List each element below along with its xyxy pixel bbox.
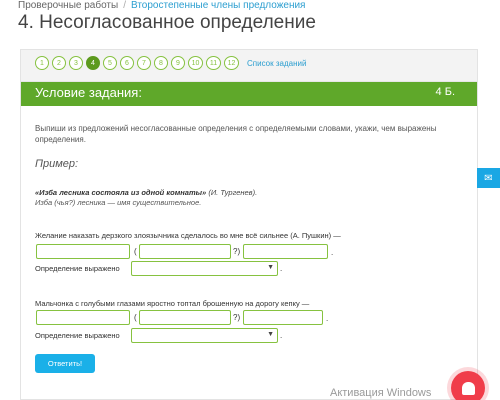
task-points: 4 Б. [435, 86, 455, 98]
page-2[interactable]: 2 [52, 56, 66, 70]
page-7[interactable]: 7 [137, 56, 151, 70]
question-2-sentence: Мальчонка с голубыми глазами яростно топ… [35, 299, 310, 308]
task-instruction: Выпиши из предложений несогласованные оп… [35, 124, 437, 144]
answer-button[interactable]: Ответить! [35, 354, 95, 373]
page-11[interactable]: 11 [206, 56, 221, 70]
breadcrumb-separator: / [123, 0, 126, 11]
notification-button[interactable] [451, 371, 485, 400]
breadcrumb-current[interactable]: Второстепенные члены предложения [131, 0, 306, 11]
example-sentence-text: «Изба лесника состояла из одной комнаты» [35, 188, 207, 197]
breadcrumb-root[interactable]: Проверочные работы [18, 0, 118, 11]
q2-dot: . [326, 314, 329, 323]
example-sentence-author: (И. Тургенев). [206, 188, 258, 197]
example-answer: Изба (чья?) лесника — имя существительно… [35, 198, 202, 207]
example-sentence: «Изба лесника состояла из одной комнаты»… [35, 188, 257, 197]
question-1-sentence: Желание наказать дерзкого злоязычника сд… [35, 231, 341, 240]
windows-activation-watermark: Активация Windows [330, 387, 432, 399]
breadcrumb: Проверочные работы / Второстепенные члены … [18, 0, 305, 11]
page-4-active[interactable]: 4 [86, 56, 100, 70]
q2-close-paren: ?) [233, 313, 241, 322]
q1-close-paren: ?) [233, 247, 241, 256]
q2-question-input[interactable] [139, 310, 231, 325]
page-9[interactable]: 9 [171, 56, 185, 70]
q2-definition-label: Определение выражено [35, 331, 120, 340]
bell-icon [461, 381, 475, 395]
q1-open-paren: ( [134, 247, 137, 256]
page-10[interactable]: 10 [188, 56, 203, 70]
q1-question-input[interactable] [139, 244, 231, 259]
q1-word-input[interactable] [36, 244, 130, 259]
page-8[interactable]: 8 [154, 56, 168, 70]
q2-definition-select[interactable]: ▼ [131, 328, 278, 343]
q1-definition-label: Определение выражено [35, 264, 120, 273]
example-title: Пример: [35, 158, 79, 170]
task-list-link[interactable]: Список заданий [247, 59, 306, 68]
page-12[interactable]: 12 [224, 56, 239, 70]
task-header-title: Условие задания: [35, 85, 142, 100]
mail-icon[interactable]: ✉ [477, 168, 500, 188]
q1-definition-select[interactable]: ▼ [131, 261, 278, 276]
q2-word-input[interactable] [36, 310, 130, 325]
task-header: Условие задания: 4 Б. [21, 82, 477, 106]
pager-bar: 1 2 3 4 5 6 7 8 9 10 11 12 Список задани… [21, 50, 477, 82]
q1-end-dot: . [280, 264, 283, 273]
q1-dot: . [331, 248, 334, 257]
page-title: 4. Несогласованное определение [18, 12, 316, 33]
q2-open-paren: ( [134, 313, 137, 322]
page-5[interactable]: 5 [103, 56, 117, 70]
page-3[interactable]: 3 [69, 56, 83, 70]
task-card: 1 2 3 4 5 6 7 8 9 10 11 12 Список задани… [20, 49, 478, 400]
page-1[interactable]: 1 [35, 56, 49, 70]
pager: 1 2 3 4 5 6 7 8 9 10 11 12 Список задани… [35, 56, 306, 70]
q1-definition-input[interactable] [243, 244, 328, 259]
chevron-down-icon: ▼ [267, 264, 274, 271]
chevron-down-icon: ▼ [267, 331, 274, 338]
q2-definition-input[interactable] [243, 310, 323, 325]
q2-end-dot: . [280, 331, 283, 340]
page-6[interactable]: 6 [120, 56, 134, 70]
